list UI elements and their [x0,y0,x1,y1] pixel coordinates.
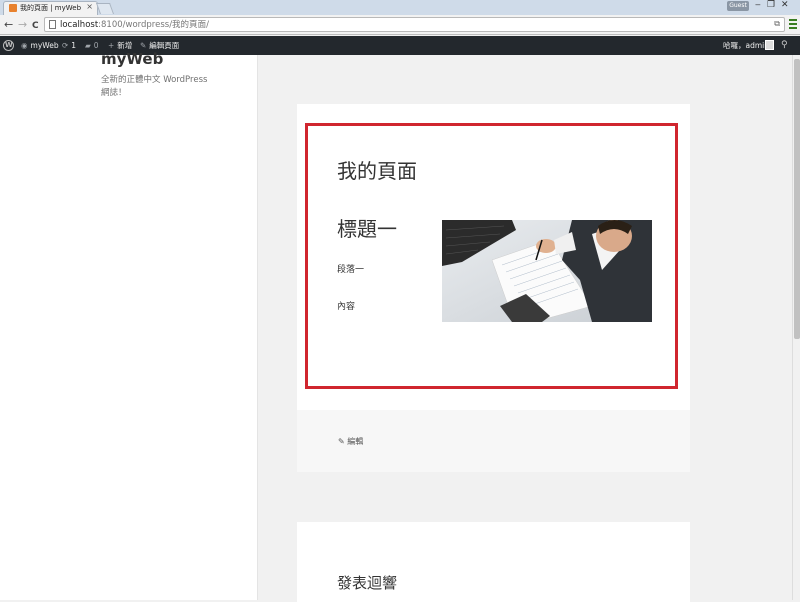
page-icon [49,20,56,29]
search-icon[interactable]: ⚲ [781,36,788,55]
site-title[interactable]: myWeb [101,50,163,68]
favicon-icon [9,4,17,12]
back-icon[interactable]: ← [4,18,13,32]
adminbar-updates[interactable]: ⟳ 1 [62,36,76,55]
updates-icon: ⟳ [62,41,69,50]
edit-link[interactable]: ✎ 編輯 [338,436,363,447]
adminbar-site-name[interactable]: ◉ myWeb [21,36,59,55]
content-heading: 標題一 [337,217,397,241]
content-paragraph: 內容 [337,302,356,312]
menu-icon[interactable] [789,19,797,31]
content-image [442,220,652,322]
avatar[interactable] [765,40,774,50]
page-scrollbar[interactable] [792,55,800,600]
minimize-icon[interactable]: ‒ [755,0,761,11]
forward-icon[interactable]: → [18,18,27,32]
close-window-icon[interactable]: ✕ [781,0,789,11]
page-title: 我的頁面 [337,159,417,183]
plus-icon: + [108,41,115,50]
adminbar-greeting[interactable]: 哈囉，admin [723,36,769,55]
pencil-icon: ✎ [140,41,147,50]
site-description: 全新的正體中文 WordPress 網誌！ [101,75,208,98]
tab-close-icon[interactable]: × [86,2,93,11]
comment-icon: ▰ [85,41,91,50]
adminbar-comments[interactable]: ▰ 0 [85,36,99,55]
new-tab-button[interactable] [95,3,115,14]
browser-tab[interactable]: 我的頁面 | myWeb × [3,1,98,15]
browser-tab-strip: 我的頁面 | myWeb × Guest ‒ ❐ ✕ [0,0,800,15]
tab-title: 我的頁面 | myWeb [20,4,82,12]
url-text[interactable]: localhost:8100/wordpress/我的頁面/ [60,19,209,31]
scrollbar-thumb[interactable] [794,59,800,339]
restore-icon[interactable]: ❐ [767,0,775,11]
comments-title: 發表迴響 [337,574,398,592]
page-action-icon[interactable]: ⧉ [774,19,780,29]
pencil-icon: ✎ [338,437,345,446]
site-sidebar [0,55,258,600]
wordpress-logo-icon[interactable] [3,36,14,55]
reload-icon[interactable]: C [32,19,39,33]
browser-toolbar: ← → C localhost:8100/wordpress/我的頁面/ ⧉ [0,15,800,35]
profile-badge[interactable]: Guest [727,1,749,11]
content-paragraph: 段落一 [337,265,365,275]
dashboard-icon: ◉ [21,41,28,50]
address-bar[interactable]: localhost:8100/wordpress/我的頁面/ ⧉ [44,17,785,32]
